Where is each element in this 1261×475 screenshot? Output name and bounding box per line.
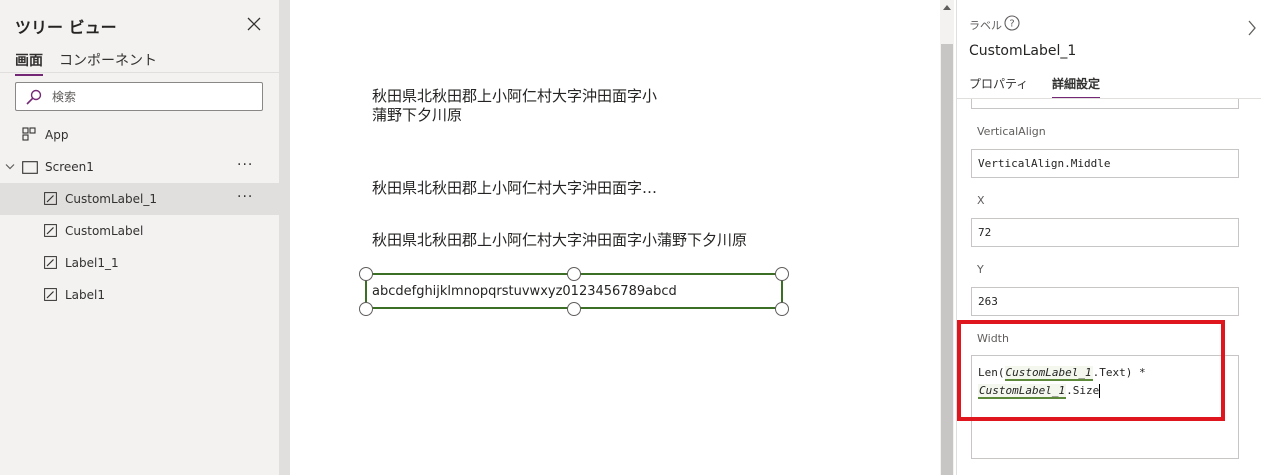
label-edit-icon	[44, 288, 57, 301]
tab-components[interactable]: コンポーネント	[59, 50, 157, 74]
resize-handle-top-right[interactable]	[775, 267, 789, 281]
design-canvas[interactable]: 秋田県北秋田郡上小阿仁村大字沖田面字小蒲野下夕川原 秋田県北秋田郡上小阿仁村大字…	[290, 0, 940, 475]
control-type: ラベル	[969, 19, 1002, 32]
control-name: CustomLabel_1	[969, 43, 1077, 59]
formula-control-reference: CustomLabel_1	[978, 384, 1067, 399]
app-icon	[22, 127, 36, 141]
property-input-previous[interactable]	[971, 99, 1239, 109]
canvas-label-wrapped[interactable]: 秋田県北秋田郡上小阿仁村大字沖田面字小蒲野下夕川原	[372, 87, 662, 125]
formula-control-reference: CustomLabel_1	[1004, 366, 1093, 381]
tree-item-label: Label1	[65, 288, 106, 302]
tree-item-label: App	[45, 128, 69, 142]
tree-item-label: CustomLabel	[65, 224, 144, 238]
tab-properties[interactable]: プロパティ	[969, 75, 1028, 97]
properties-pane: ラベル ? CustomLabel_1 プロパティ 詳細設定 VerticalA…	[956, 0, 1261, 475]
tabs-divider	[0, 72, 280, 73]
label-edit-icon	[44, 224, 57, 237]
search-input[interactable]	[52, 88, 252, 106]
property-value: VerticalAlign.Middle	[978, 157, 1111, 170]
width-formula[interactable]: Len(CustomLabel_1.Text) * CustomLabel_1.S…	[978, 364, 1228, 400]
formula-text: Len(	[978, 366, 1005, 379]
scrollbar-thumb[interactable]	[941, 44, 953, 475]
canvas-label-ellipsis[interactable]: 秋田県北秋田郡上小阿仁村大字沖田面字小蒲野下夕川原	[372, 177, 672, 198]
canvas-scrollbar[interactable]	[940, 0, 954, 475]
property-input-x[interactable]: 72	[971, 218, 1239, 247]
property-value: 263	[978, 295, 998, 308]
tree-item-label: CustomLabel_1	[65, 192, 157, 206]
resize-handle-top-left[interactable]	[359, 267, 373, 281]
more-options-icon[interactable]: ···	[237, 189, 253, 205]
property-input-width[interactable]: Len(CustomLabel_1.Text) * CustomLabel_1.S…	[971, 355, 1239, 459]
resize-handle-bottom-right[interactable]	[775, 302, 789, 316]
tree-item-customlabel-1[interactable]: CustomLabel_1 ···	[0, 183, 280, 215]
tree-item-label: Screen1	[45, 160, 94, 174]
property-input-y[interactable]: 263	[971, 287, 1239, 316]
chevron-down-icon[interactable]	[5, 163, 15, 171]
formula-text: .Text) *	[1092, 366, 1146, 379]
canvas-gutter	[280, 0, 290, 475]
svg-text:?: ?	[1009, 19, 1014, 30]
property-value: 72	[978, 226, 992, 239]
label-edit-icon	[44, 192, 57, 205]
resize-handle-bottom-left[interactable]	[359, 302, 373, 316]
label-edit-icon	[44, 256, 57, 269]
property-input-verticalalign[interactable]: VerticalAlign.Middle	[971, 149, 1239, 178]
tree-item-app[interactable]: App	[0, 119, 280, 151]
help-icon[interactable]: ?	[1004, 15, 1020, 31]
chevron-right-icon[interactable]	[1247, 20, 1257, 36]
more-options-icon[interactable]: ···	[237, 157, 253, 173]
formula-text: .Size	[1066, 384, 1100, 397]
tree-view-title: ツリー ビュー	[15, 18, 117, 37]
search-icon	[26, 89, 42, 105]
advanced-properties-list[interactable]: VerticalAlign VerticalAlign.Middle X 72 …	[957, 99, 1261, 475]
tab-advanced[interactable]: 詳細設定	[1052, 75, 1101, 99]
close-icon[interactable]	[245, 15, 263, 33]
property-label-verticalalign: VerticalAlign	[977, 125, 1046, 138]
tree-item-label: Label1_1	[65, 256, 119, 270]
search-box[interactable]	[15, 82, 263, 111]
text-caret	[1099, 384, 1101, 398]
canvas-label-full[interactable]: 秋田県北秋田郡上小阿仁村大字沖田面字小蒲野下夕川原	[372, 229, 747, 250]
tree-item-label1[interactable]: Label1	[0, 279, 280, 311]
tree-item-label1-1[interactable]: Label1_1	[0, 247, 280, 279]
property-label-x: X	[977, 194, 985, 207]
screen-icon	[22, 161, 38, 174]
tree-view-pane: ツリー ビュー 画面 コンポーネント App Screen1 ···	[0, 0, 280, 475]
tree-item-customlabel[interactable]: CustomLabel	[0, 215, 280, 247]
property-label-width: Width	[977, 332, 1009, 345]
tree-item-screen1[interactable]: Screen1 ···	[0, 151, 280, 183]
resize-handle-bottom[interactable]	[567, 302, 581, 316]
resize-handle-top[interactable]	[567, 267, 581, 281]
scroll-up-arrow-icon[interactable]	[943, 5, 951, 10]
selected-label-text: abcdefghijklmnopqrstuvwxyz0123456789abcd	[372, 284, 677, 299]
property-label-y: Y	[977, 263, 984, 276]
